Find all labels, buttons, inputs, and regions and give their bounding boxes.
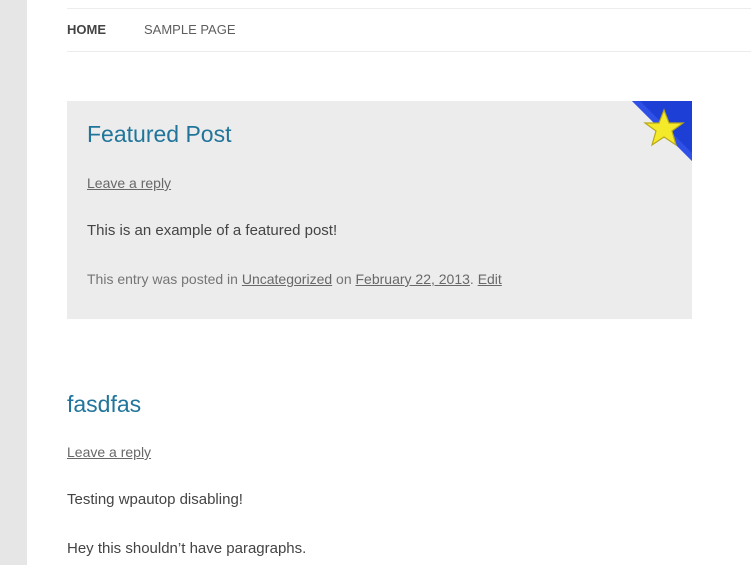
page-content: Home Sample Page Featured Post Leave a r… xyxy=(27,0,751,565)
post-reply-link[interactable]: Leave a reply xyxy=(67,444,151,460)
edit-link[interactable]: Edit xyxy=(478,271,502,287)
featured-post-content: This is an example of a featured post! xyxy=(87,222,338,239)
post-paragraph: Hey this shouldn’t have paragraphs. xyxy=(67,540,307,557)
category-link[interactable]: Uncategorized xyxy=(242,271,332,287)
featured-post: Featured Post Leave a reply This is an e… xyxy=(67,101,692,319)
date-link[interactable]: February 22, 2013 xyxy=(356,271,470,287)
meta-prefix: This entry was posted in xyxy=(87,271,242,287)
meta-separator: . xyxy=(469,271,478,287)
featured-post-meta: This entry was posted in Uncategorized o… xyxy=(87,271,502,287)
post-title[interactable]: fasdfas xyxy=(67,391,141,418)
featured-post-reply-link[interactable]: Leave a reply xyxy=(87,175,171,191)
main-navigation: Home Sample Page xyxy=(67,8,751,52)
meta-on: on xyxy=(332,271,356,287)
featured-post-title[interactable]: Featured Post xyxy=(87,121,231,148)
nav-item-home[interactable]: Home xyxy=(67,22,106,37)
post-paragraph: Testing wpautop disabling! xyxy=(67,491,243,508)
featured-star-icon xyxy=(632,101,692,161)
nav-item-sample-page[interactable]: Sample Page xyxy=(144,22,236,37)
